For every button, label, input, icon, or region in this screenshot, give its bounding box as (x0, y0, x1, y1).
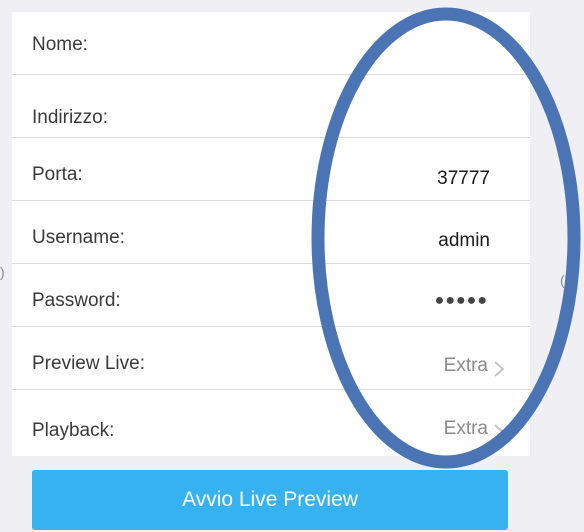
name-row[interactable]: Nome: (12, 12, 530, 75)
left-edge-mark: ) (0, 264, 5, 280)
password-field[interactable]: ●●●●● (435, 292, 488, 310)
chevron-right-icon[interactable] (492, 359, 506, 379)
preview-live-row[interactable]: Preview Live: Extra (12, 327, 530, 390)
device-settings-screen: Nome: Indirizzo: Porta: 37777 Username: … (0, 0, 584, 532)
start-live-preview-button[interactable]: Avvio Live Preview (32, 470, 508, 530)
preview-live-value[interactable]: Extra (444, 355, 488, 377)
playback-label: Playback: (32, 420, 115, 441)
username-field[interactable]: admin (438, 230, 490, 252)
address-row[interactable]: Indirizzo: (12, 75, 530, 138)
device-form: Nome: Indirizzo: Porta: 37777 Username: … (12, 12, 530, 456)
preview-live-label: Preview Live: (32, 353, 145, 374)
password-row[interactable]: Password: ●●●●● (12, 264, 530, 327)
chevron-right-icon[interactable] (492, 422, 506, 442)
address-label: Indirizzo: (32, 107, 109, 128)
port-label: Porta: (32, 164, 83, 185)
right-edge-mark: ( (560, 272, 565, 288)
playback-value[interactable]: Extra (444, 418, 488, 440)
port-row[interactable]: Porta: 37777 (12, 138, 530, 201)
name-label: Nome: (32, 34, 88, 55)
port-field[interactable]: 37777 (437, 168, 490, 190)
playback-row[interactable]: Playback: Extra (12, 390, 530, 456)
password-label: Password: (32, 290, 121, 311)
username-label: Username: (32, 227, 125, 248)
username-row[interactable]: Username: admin (12, 201, 530, 264)
